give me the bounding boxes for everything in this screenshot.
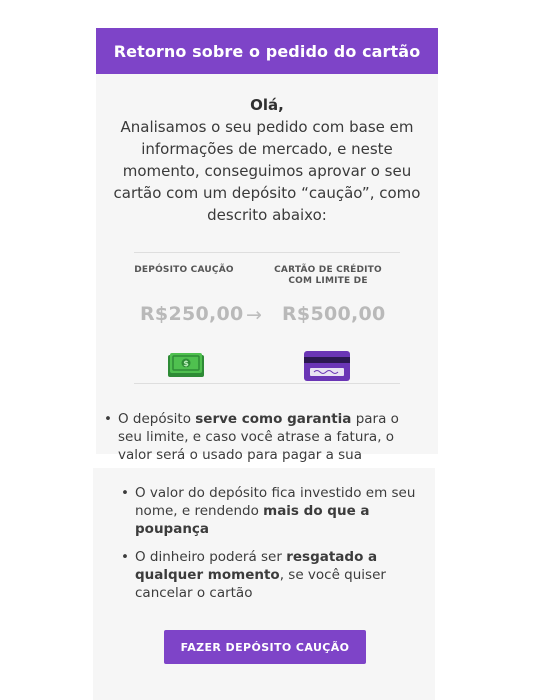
- intro-text: Analisamos o seu pedido com base em info…: [113, 118, 421, 224]
- credit-limit-title: CARTÃO DE CRÉDITO COM LIMITE DE: [268, 265, 388, 287]
- credit-title-line-2: COM LIMITE DE: [288, 276, 368, 286]
- screen-top-fragment: Retorno sobre o pedido do cartão Olá, An…: [96, 28, 438, 463]
- credit-limit-amount: R$500,00: [282, 303, 386, 325]
- divider: [134, 383, 400, 384]
- bullet-text-before: O depósito: [118, 411, 196, 427]
- bullet-text-before: O dinheiro poderá ser: [135, 549, 287, 565]
- bullet-icon: •: [104, 411, 112, 427]
- svg-text:$: $: [183, 359, 189, 368]
- list-item: • O dinheiro poderá ser resgatado a qual…: [121, 548, 419, 602]
- benefits-list-continued: • O valor do depósito fica investido em …: [121, 484, 419, 602]
- money-bill-icon: $: [168, 353, 204, 377]
- screen-bottom-fragment: • O valor do depósito fica investido em …: [93, 468, 435, 700]
- bullet-text-bold: serve como garantia: [195, 411, 352, 427]
- deposit-title: DEPÓSITO CAUÇÃO: [134, 265, 234, 275]
- list-item: • O valor do depósito fica investido em …: [121, 484, 419, 538]
- header-title: Retorno sobre o pedido do cartão: [113, 41, 421, 61]
- list-item: • O depósito serve como garantia para o …: [104, 410, 422, 464]
- greeting: Olá,: [250, 96, 284, 114]
- deposit-offer: DEPÓSITO CAUÇÃO CARTÃO DE CRÉDITO COM LI…: [96, 253, 438, 383]
- bullet-icon: •: [121, 485, 129, 501]
- credit-title-line-1: CARTÃO DE CRÉDITO: [274, 265, 382, 275]
- make-deposit-button[interactable]: FAZER DEPÓSITO CAUÇÃO: [164, 630, 366, 664]
- bullet-icon: •: [121, 549, 129, 565]
- benefits-list: • O depósito serve como garantia para o …: [104, 410, 422, 464]
- arrow-right-icon: →: [246, 304, 262, 326]
- header-bar: Retorno sobre o pedido do cartão: [96, 28, 438, 74]
- credit-card-icon: [304, 351, 350, 381]
- deposit-amount: R$250,00: [140, 303, 244, 325]
